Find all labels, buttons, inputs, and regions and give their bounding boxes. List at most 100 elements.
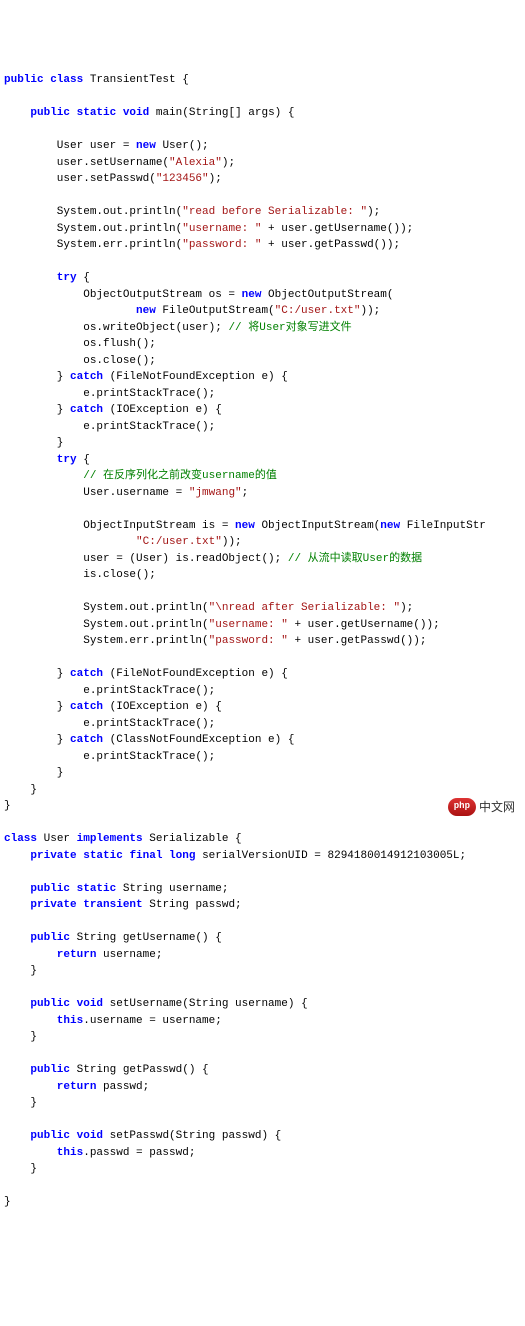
kw-public: public (4, 74, 44, 86)
t: } (4, 784, 37, 796)
kw-public: public (4, 1064, 70, 1076)
t: } (4, 437, 63, 449)
t: { (77, 454, 90, 466)
t: )); (360, 305, 380, 317)
kw-void: void (116, 107, 149, 119)
t: } (4, 1196, 11, 1208)
t: setUsername(String username) { (103, 998, 308, 1010)
t: os.flush(); (4, 338, 156, 350)
str: "jmwang" (189, 487, 242, 499)
php-badge-icon: php (448, 798, 476, 816)
t: (IOException e) { (103, 404, 222, 416)
t: is.close(); (4, 569, 156, 581)
t: ); (222, 157, 235, 169)
str: "\nread after Serializable: " (209, 602, 400, 614)
kw-static: static (70, 107, 116, 119)
t: (IOException e) { (103, 701, 222, 713)
t: } (4, 701, 70, 713)
t: FileOutputStream( (156, 305, 275, 317)
t: .username = username; (83, 1015, 222, 1027)
t: String passwd; (143, 899, 242, 911)
t: + user.getUsername()); (288, 619, 440, 631)
kw-class: class (44, 74, 84, 86)
t: TransientTest { (83, 74, 189, 86)
t: } (4, 767, 63, 779)
t: User.username = (4, 487, 189, 499)
kw-new: new (380, 520, 400, 532)
kw-catch: catch (70, 371, 103, 383)
code-block: public class TransientTest { public stat… (4, 72, 523, 1211)
t: Serializable { (143, 833, 242, 845)
kw-catch: catch (70, 701, 103, 713)
t: )); (222, 536, 242, 548)
kw-transient: transient (77, 899, 143, 911)
kw-long: long (162, 850, 195, 862)
t: FileInputStr (400, 520, 486, 532)
t: e.printStackTrace(); (4, 421, 215, 433)
kw-catch: catch (70, 668, 103, 680)
comment: // 将User对象写进文件 (228, 322, 351, 334)
t: String getUsername() { (70, 932, 222, 944)
t: ); (209, 173, 222, 185)
t: System.out.println( (4, 602, 209, 614)
t: String username; (116, 883, 228, 895)
t: + user.getPasswd()); (288, 635, 427, 647)
t: (FileNotFoundException e) { (103, 371, 288, 383)
t: e.printStackTrace(); (4, 685, 215, 697)
t: } (4, 734, 70, 746)
t: ); (367, 206, 380, 218)
str: "password: " (182, 239, 261, 251)
t: System.err.println( (4, 239, 182, 251)
t: } (4, 1163, 37, 1175)
t: System.err.println( (4, 635, 209, 647)
str: "username: " (209, 619, 288, 631)
kw-return: return (4, 1081, 96, 1093)
t: os.close(); (4, 355, 156, 367)
kw-try: try (4, 454, 77, 466)
t: ObjectOutputStream( (261, 289, 393, 301)
t: e.printStackTrace(); (4, 751, 215, 763)
t: os.writeObject(user); (4, 322, 228, 334)
t: ObjectInputStream is = (4, 520, 235, 532)
t: } (4, 371, 70, 383)
kw-return: return (4, 949, 96, 961)
t: User user = (4, 140, 136, 152)
str: "Alexia" (169, 157, 222, 169)
kw-implements: implements (77, 833, 143, 845)
t: } (4, 800, 11, 812)
kw-catch: catch (70, 734, 103, 746)
t: ObjectInputStream( (255, 520, 380, 532)
kw-new: new (136, 140, 156, 152)
t: User(); (156, 140, 209, 152)
t: e.printStackTrace(); (4, 388, 215, 400)
t: user.setUsername( (4, 157, 169, 169)
t: System.out.println( (4, 223, 182, 235)
kw-static: static (77, 850, 123, 862)
t: } (4, 668, 70, 680)
t: } (4, 404, 70, 416)
t: passwd; (96, 1081, 149, 1093)
str: "C:/user.txt" (4, 536, 222, 548)
t: + user.getUsername()); (261, 223, 413, 235)
t: e.printStackTrace(); (4, 718, 215, 730)
t: user.setPasswd( (4, 173, 156, 185)
kw-new: new (4, 305, 156, 317)
comment: // 从流中读取User的数据 (288, 553, 422, 565)
kw-this: this (4, 1015, 83, 1027)
t: serialVersionUID = 8294180014912103005L; (195, 850, 466, 862)
kw-public: public (4, 932, 70, 944)
t: (FileNotFoundException e) { (103, 668, 288, 680)
kw-public: public (4, 107, 70, 119)
t: String getPasswd() { (70, 1064, 209, 1076)
kw-public: public (4, 1130, 70, 1142)
kw-static: static (70, 883, 116, 895)
t: System.out.println( (4, 206, 182, 218)
kw-private: private (4, 899, 77, 911)
kw-void: void (70, 998, 103, 1010)
kw-try: try (4, 272, 77, 284)
str: "C:/user.txt" (275, 305, 361, 317)
t: ); (400, 602, 413, 614)
t: + user.getPasswd()); (261, 239, 400, 251)
str: "read before Serializable: " (182, 206, 367, 218)
t: User (37, 833, 77, 845)
